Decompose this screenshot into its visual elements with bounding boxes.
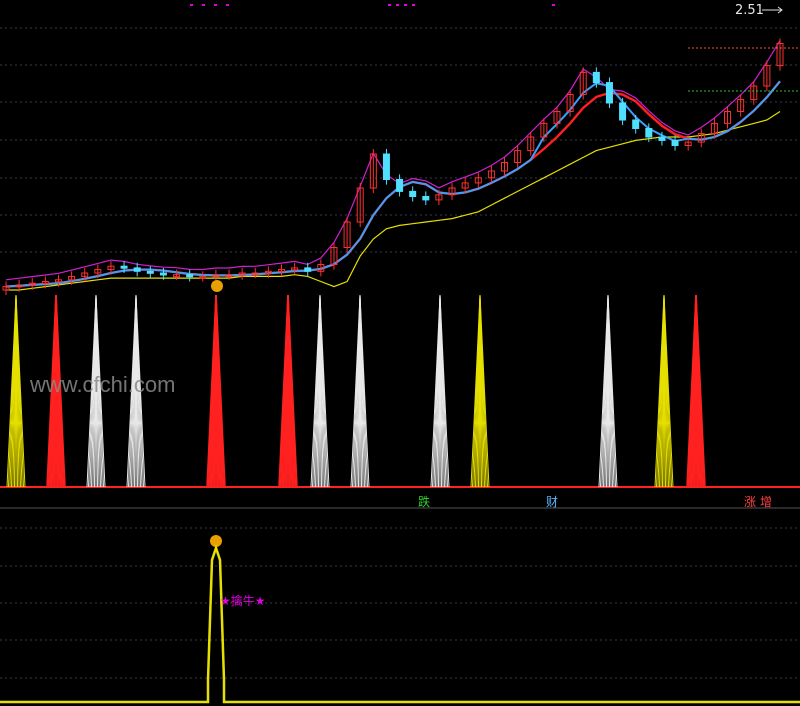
candle-body: [619, 102, 627, 121]
candle-body: [146, 270, 154, 274]
spike-white: [598, 294, 618, 488]
marker-dot: [388, 4, 391, 6]
spike-yellow: [470, 294, 490, 488]
candle-body: [409, 190, 417, 197]
candle-body: [671, 139, 679, 146]
candle-body: [396, 179, 404, 192]
candle-body: [120, 265, 128, 269]
marker-dot: [412, 4, 415, 6]
mid-label-die: 跌: [418, 495, 431, 509]
spike-red: [206, 294, 226, 488]
spike-yellow: [654, 294, 674, 488]
marker-dot: [404, 4, 407, 6]
chart-stage: www.cfchi.com 2.51 跌 财 涨 增 ★擒牛★: [0, 0, 800, 706]
ma-blue-line: [5, 80, 781, 288]
spike-yellow: [6, 294, 26, 488]
signal-line: [0, 544, 800, 704]
mid-label-zeng: 增: [760, 495, 773, 509]
spike-red: [278, 294, 298, 488]
candle-body: [382, 153, 390, 180]
candle-body: [645, 128, 653, 138]
marker-dot: [214, 4, 217, 6]
candle-body: [658, 136, 666, 141]
mid-label-cai: 财: [546, 495, 559, 509]
candle-body: [592, 71, 600, 84]
chart-canvas: [0, 4, 800, 704]
candle-body: [133, 267, 141, 272]
marker-dot: [202, 4, 205, 6]
marker-dot: [396, 4, 399, 6]
mid-label-zhang: 涨: [744, 495, 757, 509]
candle-body: [186, 274, 194, 278]
money-bag-icon: [211, 280, 223, 292]
candle-body: [159, 272, 167, 276]
band-line: [5, 40, 781, 281]
watermark-text: www.cfchi.com: [30, 372, 176, 397]
candle-body: [605, 82, 613, 104]
marker-dot: [190, 4, 193, 6]
marker-dot: [226, 4, 229, 6]
price-arrow: [762, 6, 783, 14]
spike-white: [430, 294, 450, 488]
candle-body: [304, 267, 312, 272]
marker-dot: [552, 4, 555, 6]
price-label: 2.51: [735, 3, 764, 18]
candle-body: [632, 119, 640, 129]
candle-body: [422, 196, 430, 201]
signal-label: ★擒牛★: [220, 594, 266, 608]
ma-red-line: [5, 80, 781, 288]
spike-red: [686, 294, 706, 488]
spike-white: [310, 294, 330, 488]
spike-white: [350, 294, 370, 488]
